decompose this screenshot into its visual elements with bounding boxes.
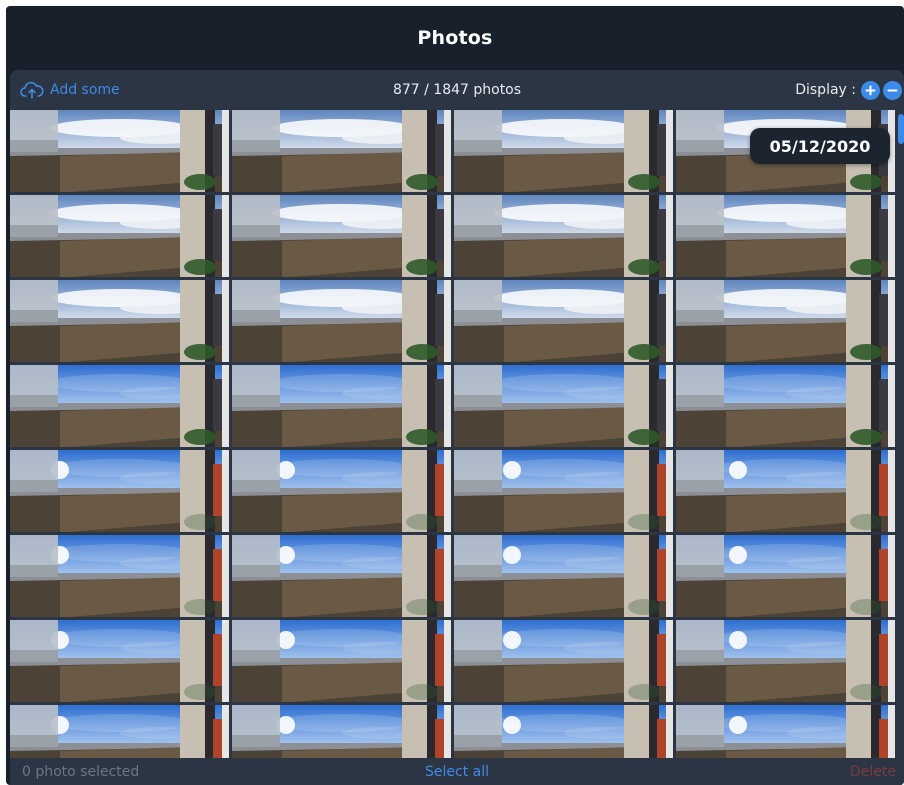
- photo-thumbnail[interactable]: [454, 110, 673, 192]
- photo-thumbnail[interactable]: [10, 280, 229, 362]
- plus-circle-icon: [865, 85, 876, 95]
- photo-thumbnail[interactable]: [676, 535, 895, 617]
- photo-thumbnail[interactable]: [454, 195, 673, 277]
- page-title: Photos: [417, 27, 493, 49]
- photo-thumbnail[interactable]: [232, 195, 451, 277]
- photo-thumbnail[interactable]: [10, 450, 229, 532]
- photo-thumbnail[interactable]: [10, 535, 229, 617]
- title-bar: Photos: [6, 6, 904, 70]
- photos-panel: Add some 877 / 1847 photos Display : 05/…: [10, 70, 904, 785]
- zoom-out-button[interactable]: [883, 80, 902, 100]
- photo-thumbnail[interactable]: [676, 195, 895, 277]
- photo-thumbnail[interactable]: [10, 705, 229, 758]
- zoom-in-button[interactable]: [861, 80, 880, 100]
- photo-thumbnail[interactable]: [232, 535, 451, 617]
- photo-count: 877 / 1847 photos: [392, 82, 522, 98]
- photo-thumbnail[interactable]: [10, 365, 229, 447]
- add-photos-label: Add some: [50, 82, 120, 98]
- scrollbar-track[interactable]: [900, 110, 904, 758]
- photo-thumbnail[interactable]: [454, 280, 673, 362]
- photo-thumbnail[interactable]: [232, 450, 451, 532]
- minus-circle-icon: [887, 89, 898, 91]
- photo-thumbnail[interactable]: [232, 705, 451, 758]
- photo-thumbnail[interactable]: [676, 620, 895, 702]
- photo-thumbnail[interactable]: [454, 620, 673, 702]
- photo-thumbnail[interactable]: [10, 110, 229, 192]
- photo-thumbnail[interactable]: [10, 620, 229, 702]
- photo-thumbnail[interactable]: [232, 620, 451, 702]
- photo-grid: [10, 110, 900, 758]
- photo-grid-viewport[interactable]: [10, 110, 900, 758]
- photo-thumbnail[interactable]: [676, 450, 895, 532]
- photo-thumbnail[interactable]: [10, 195, 229, 277]
- photos-window: Photos Add some 877 / 1847 photos Displa…: [6, 6, 904, 785]
- cloud-upload-icon: [20, 81, 44, 99]
- scrollbar-thumb[interactable]: [898, 114, 904, 144]
- photo-thumbnail[interactable]: [232, 280, 451, 362]
- add-photos-button[interactable]: Add some: [20, 78, 120, 102]
- photo-thumbnail[interactable]: [454, 535, 673, 617]
- photo-thumbnail[interactable]: [454, 450, 673, 532]
- photo-thumbnail[interactable]: [676, 280, 895, 362]
- photo-thumbnail[interactable]: [676, 705, 895, 758]
- photo-thumbnail[interactable]: [454, 705, 673, 758]
- display-controls: Display :: [795, 78, 902, 102]
- footer-bar: 0 photo selected Select all Delete: [10, 758, 904, 785]
- date-badge: 05/12/2020: [750, 128, 890, 164]
- delete-button[interactable]: Delete: [850, 764, 896, 780]
- photo-thumbnail[interactable]: [676, 365, 895, 447]
- select-all-button[interactable]: Select all: [10, 764, 904, 780]
- photo-thumbnail[interactable]: [232, 365, 451, 447]
- toolbar: Add some 877 / 1847 photos Display :: [10, 70, 904, 110]
- photo-thumbnail[interactable]: [232, 110, 451, 192]
- photo-thumbnail[interactable]: [454, 365, 673, 447]
- display-label: Display :: [795, 82, 856, 98]
